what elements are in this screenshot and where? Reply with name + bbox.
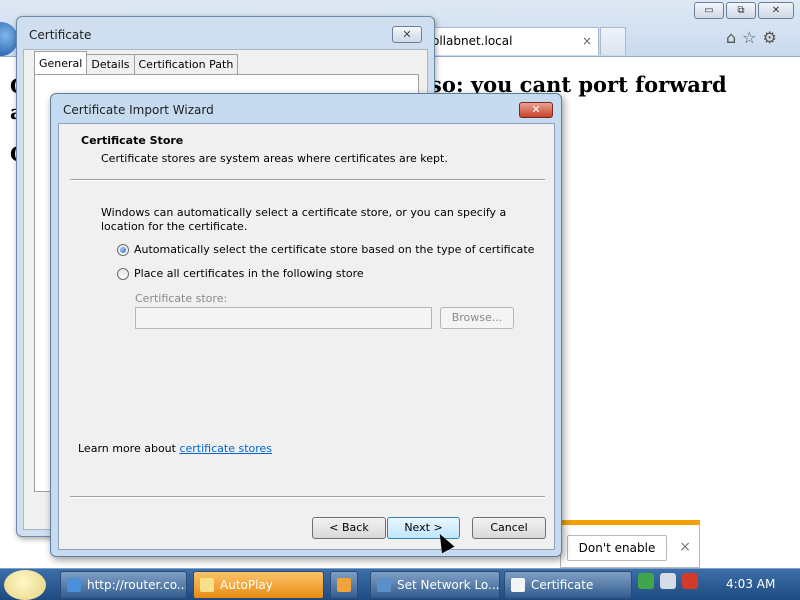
system-tray (638, 573, 698, 589)
autoplay-icon (200, 578, 214, 592)
browser-tab-title: ollabnet.local (432, 34, 513, 48)
taskbar-item-certificate[interactable]: Certificate (504, 571, 632, 599)
taskbar-item-media[interactable] (330, 571, 358, 599)
browse-button: Browse... (440, 307, 514, 329)
tab-details[interactable]: Details (86, 54, 135, 74)
back-button[interactable]: < Back (312, 517, 386, 539)
tab-general[interactable]: General (34, 51, 88, 74)
taskbar-item-label: Certificate (531, 578, 594, 592)
cancel-button[interactable]: Cancel (472, 517, 546, 539)
taskbar-item-network[interactable]: Set Network Lo... (370, 571, 500, 599)
taskbar-item-label: AutoPlay (220, 578, 273, 592)
certificate-icon (511, 578, 525, 592)
volume-muted-icon[interactable] (682, 573, 698, 589)
ie-icon (67, 578, 81, 592)
taskbar-item-label: Set Network Lo... (397, 578, 500, 592)
window-controls: ▭ ⧉ ✕ (694, 2, 794, 19)
dont-enable-button[interactable]: Don't enable (567, 535, 667, 561)
certificate-tabs: General Details Certification Path (34, 51, 239, 74)
close-window-button[interactable]: ✕ (758, 2, 794, 19)
new-tab-button[interactable] (600, 27, 626, 55)
notification-close-icon[interactable]: × (679, 539, 691, 555)
learn-more-text: Learn more about certificate stores (78, 442, 272, 455)
media-player-icon (337, 578, 351, 592)
wizard-body: Certificate Store Certificate stores are… (58, 123, 555, 550)
notification-bar: Don't enable × (560, 520, 700, 568)
security-check-icon[interactable] (638, 573, 654, 589)
wizard-close-button[interactable]: ✕ (519, 102, 553, 118)
browser-tab[interactable]: ollabnet.local × (425, 27, 599, 55)
taskbar-item-autoplay[interactable]: AutoPlay (193, 571, 324, 599)
tab-certification-path[interactable]: Certification Path (133, 54, 239, 74)
footer-separator (70, 496, 545, 498)
taskbar: http://router.co... AutoPlay Set Network… (0, 568, 800, 600)
auto-select-option[interactable]: Automatically select the certificate sto… (117, 243, 534, 256)
certificate-store-field (135, 307, 432, 329)
section-title: Certificate Store (81, 134, 184, 147)
learn-more-prefix: Learn more about (78, 442, 180, 455)
place-in-store-option[interactable]: Place all certificates in the following … (117, 267, 364, 280)
network-tray-icon[interactable] (660, 573, 676, 589)
tools-gear-icon[interactable]: ⚙ (763, 28, 777, 47)
place-in-store-label: Place all certificates in the following … (134, 267, 364, 280)
certificate-dialog-title: Certificate (29, 28, 92, 42)
start-button-icon[interactable] (4, 570, 46, 600)
header-separator (70, 179, 545, 181)
certificate-close-button[interactable]: ✕ (392, 26, 422, 43)
auto-select-label: Automatically select the certificate sto… (134, 243, 535, 256)
taskbar-item-label: http://router.co... (87, 578, 187, 592)
certificate-store-label: Certificate store: (135, 292, 228, 305)
radio-auto-select[interactable] (117, 243, 129, 256)
home-icon[interactable]: ⌂ (726, 28, 736, 47)
wizard-title: Certificate Import Wizard (63, 103, 214, 117)
tab-close-icon[interactable]: × (582, 34, 592, 48)
certificate-import-wizard: Certificate Import Wizard ✕ Certificate … (50, 93, 562, 557)
minimize-button[interactable]: ▭ (694, 2, 724, 19)
clock[interactable]: 4:03 AM (726, 577, 775, 591)
network-icon (377, 578, 391, 592)
radio-place-in-store[interactable] (117, 267, 129, 280)
taskbar-item-browser[interactable]: http://router.co... (60, 571, 187, 599)
favorites-star-icon[interactable]: ☆ (742, 28, 756, 47)
section-description: Certificate stores are system areas wher… (101, 152, 448, 165)
intro-text: Windows can automatically select a certi… (101, 206, 507, 233)
restore-button[interactable]: ⧉ (726, 2, 756, 19)
certificate-stores-link[interactable]: certificate stores (179, 442, 272, 455)
